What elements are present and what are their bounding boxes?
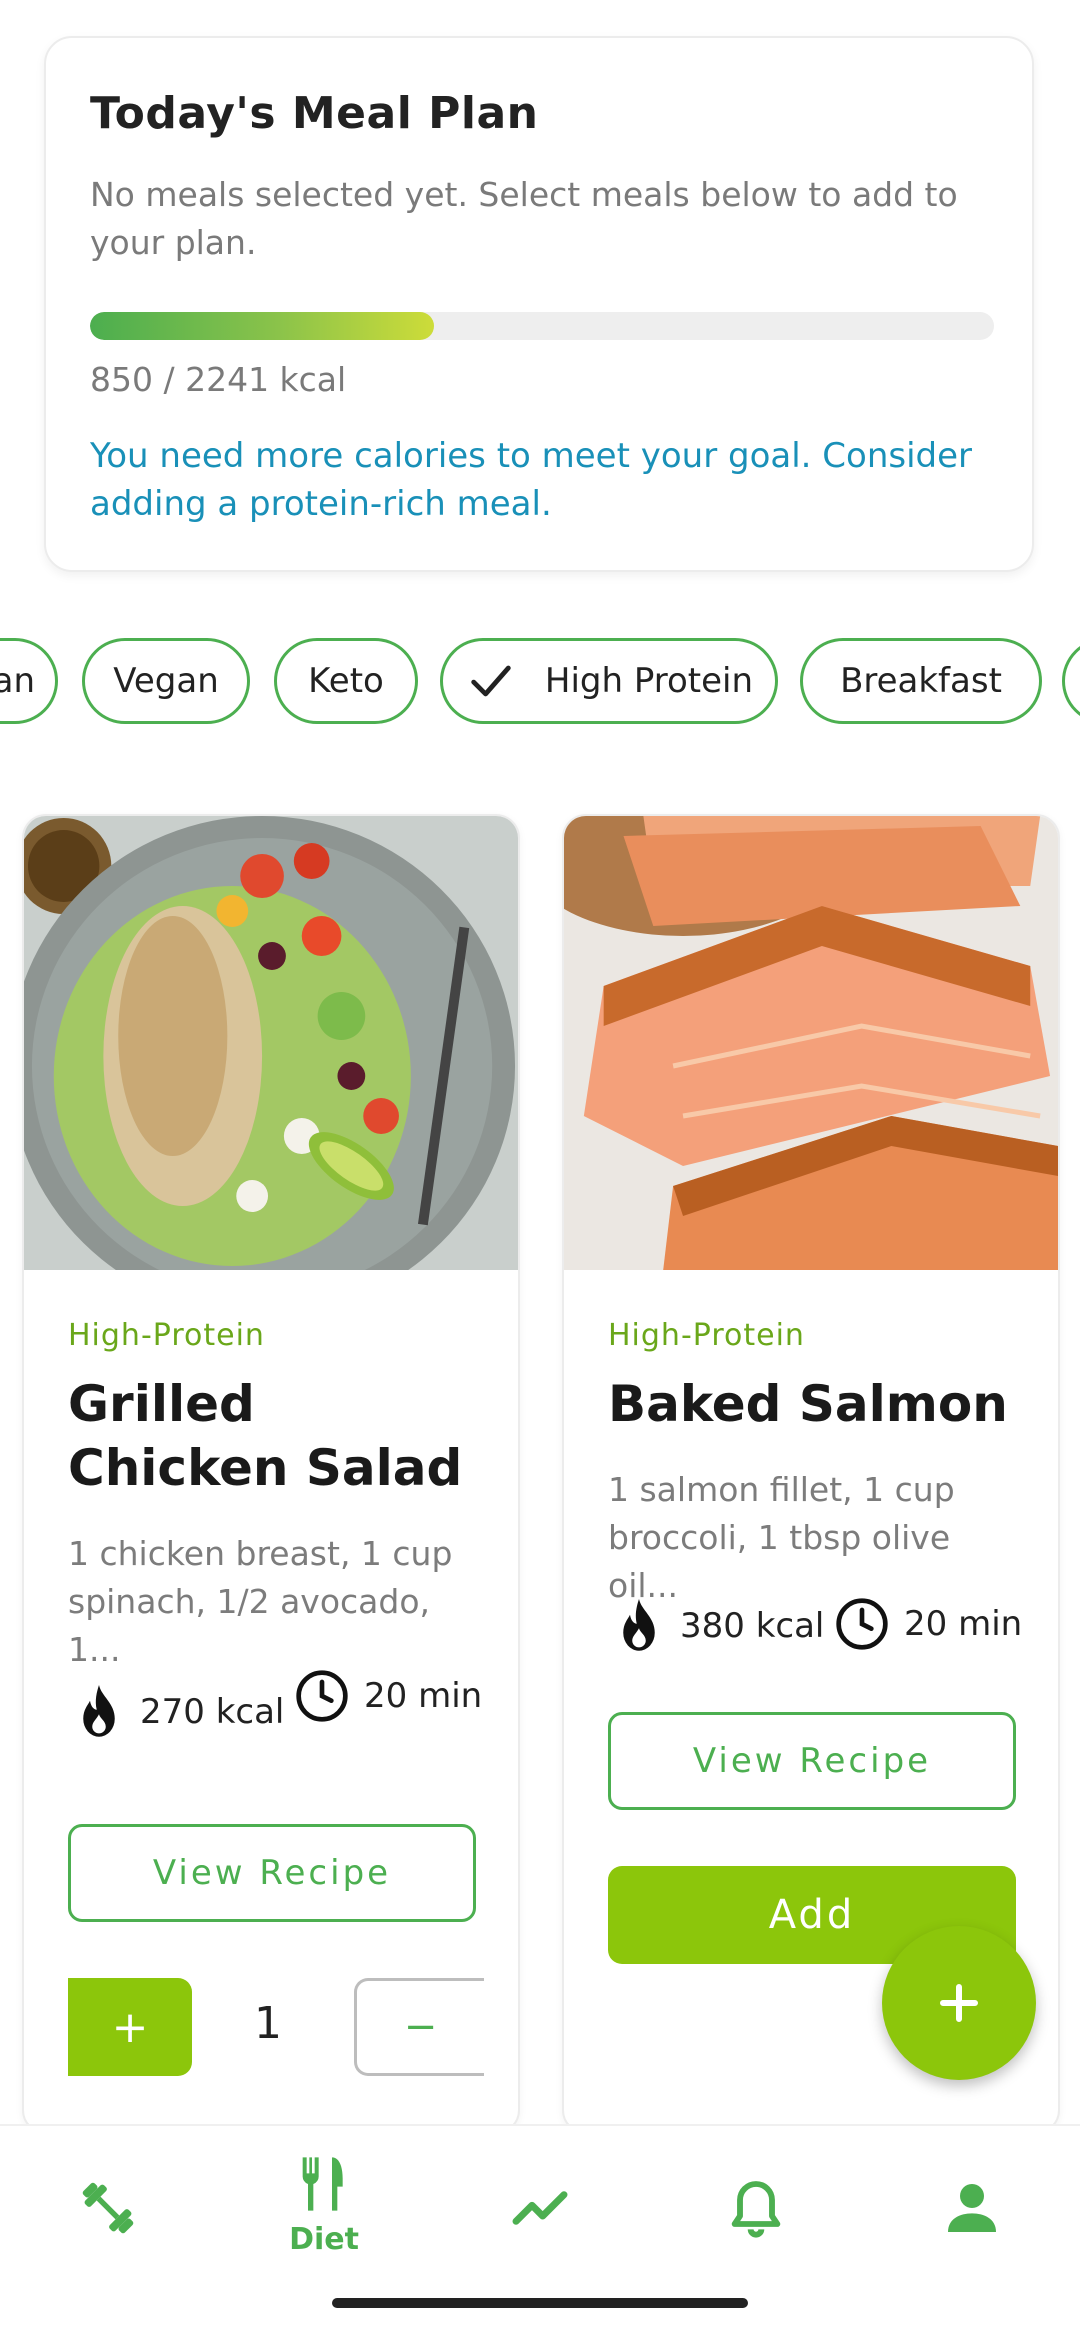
quantity-increase-button[interactable]: + — [68, 1978, 192, 2076]
quantity-decrease-button[interactable]: − — [354, 1978, 484, 2076]
nav-item-profile[interactable] — [912, 2176, 1032, 2240]
meal-time: 20 min — [294, 1668, 482, 1724]
nav-item-workout[interactable] — [48, 2176, 168, 2240]
view-recipe-button[interactable]: View Recipe — [68, 1824, 476, 1922]
chip-label: an — [0, 661, 35, 701]
check-icon — [471, 665, 511, 697]
meal-time: 20 min — [834, 1596, 1022, 1652]
meal-ingredients: 1 chicken breast, 1 cup spinach, 1/2 avo… — [68, 1534, 453, 1669]
chip-vegan[interactable]: Vegan — [82, 638, 250, 724]
clock-icon — [296, 1670, 348, 1722]
plan-title: Today's Meal Plan — [90, 88, 539, 139]
fork-knife-icon — [302, 2157, 343, 2211]
meal-time-text: 20 min — [904, 1604, 1023, 1644]
flame-icon — [623, 1599, 655, 1651]
chip-label: Breakfast — [840, 661, 1002, 701]
meal-card-grilled-chicken[interactable]: High-Protein Grilled Chicken Salad 1 chi… — [22, 814, 520, 2134]
chip-label: High Protein — [544, 661, 754, 701]
chip-partial-right[interactable] — [1062, 638, 1080, 724]
quantity-value: 1 — [254, 1998, 282, 2049]
chip-partial[interactable]: an — [0, 638, 58, 724]
meal-tag: High-Protein — [608, 1318, 805, 1353]
meal-kcal: 270 kcal — [72, 1682, 284, 1742]
meal-tag: High-Protein — [68, 1318, 265, 1353]
nav-item-progress[interactable] — [480, 2176, 600, 2240]
trend-icon — [512, 2191, 568, 2225]
flame-icon — [83, 1685, 115, 1737]
dumbbell-icon — [82, 2182, 134, 2234]
plan-subtitle: No meals selected yet. Select meals belo… — [90, 175, 958, 262]
meal-plan-card: Today's Meal Plan No meals selected yet.… — [44, 36, 1034, 572]
bell-icon — [731, 2181, 781, 2238]
chip-label: Keto — [308, 661, 384, 701]
meal-image-baked-salmon — [564, 816, 1058, 1270]
chip-breakfast[interactable]: Breakfast — [800, 638, 1042, 724]
meal-name: Grilled Chicken Salad — [68, 1375, 463, 1497]
meal-kcal-text: 270 kcal — [140, 1692, 285, 1732]
nav-item-notifications[interactable] — [696, 2176, 816, 2240]
chip-high-protein[interactable]: High Protein — [440, 638, 778, 724]
view-recipe-button[interactable]: View Recipe — [608, 1712, 1016, 1810]
person-icon — [948, 2184, 996, 2232]
calorie-progress-fill — [90, 312, 434, 340]
add-fab-button[interactable] — [882, 1926, 1036, 2080]
meal-name: Baked Salmon — [608, 1375, 1008, 1433]
nav-item-diet[interactable]: Diet — [264, 2152, 384, 2257]
bottom-navigation: Diet — [0, 2124, 1080, 2326]
nav-label-diet: Diet — [289, 2222, 359, 2257]
calorie-progress-bar — [90, 312, 994, 340]
plus-icon — [940, 1984, 978, 2022]
chip-label: Vegan — [113, 661, 219, 701]
home-indicator — [332, 2298, 748, 2308]
meal-time-text: 20 min — [364, 1676, 483, 1716]
meal-kcal-text: 380 kcal — [680, 1606, 825, 1646]
plan-kcal-text: 850 / 2241 kcal — [90, 360, 347, 399]
plan-hint: You need more calories to meet your goal… — [90, 436, 973, 524]
meal-image-chicken-salad — [24, 816, 518, 1270]
meal-kcal: 380 kcal — [612, 1596, 824, 1656]
chip-keto[interactable]: Keto — [274, 638, 418, 724]
meal-ingredients: 1 salmon fillet, 1 cup broccoli, 1 tbsp … — [608, 1470, 955, 1605]
clock-icon — [836, 1598, 888, 1650]
filter-chips: an Vegan Keto High Protein Breakfast — [0, 638, 1080, 732]
